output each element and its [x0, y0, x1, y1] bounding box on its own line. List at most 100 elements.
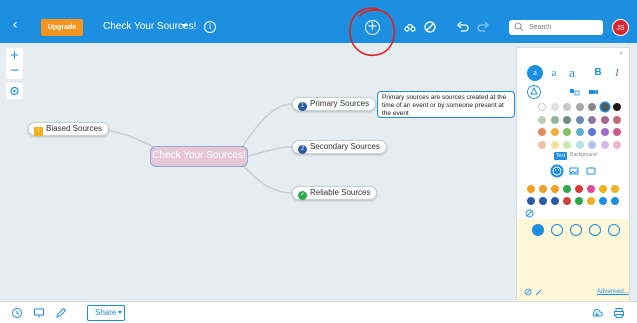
search-box[interactable]	[509, 20, 603, 35]
node-primary-sources[interactable]: 1 Primary Sources	[292, 97, 377, 111]
color-swatch[interactable]	[550, 115, 559, 124]
chevron-left-icon[interactable]: ‹	[8, 18, 22, 32]
italic-button[interactable]: I	[609, 65, 625, 81]
advanced-link[interactable]: Advanced...	[597, 289, 629, 295]
icon-option[interactable]	[587, 197, 595, 205]
undo-icon[interactable]	[456, 20, 470, 34]
task-check-icon[interactable]	[608, 224, 620, 236]
font-medium-button[interactable]: a	[546, 65, 562, 81]
share-button[interactable]: Share	[87, 305, 125, 321]
color-swatch[interactable]	[538, 128, 546, 136]
number-1-icon: 1	[298, 102, 307, 111]
comment-icon[interactable]	[551, 224, 563, 236]
node-reliable-sources[interactable]: ✓ Reliable Sources	[292, 186, 378, 200]
color-swatch[interactable]	[600, 115, 609, 124]
central-topic[interactable]: Check Your Sources!	[150, 146, 248, 167]
target-icon	[10, 86, 19, 96]
color-swatch[interactable]	[588, 115, 596, 124]
history-icon[interactable]	[11, 307, 23, 319]
color-swatch[interactable]	[613, 140, 621, 149]
bold-button[interactable]: B	[590, 65, 606, 81]
color-swatch[interactable]	[600, 128, 609, 136]
icon-option[interactable]	[551, 185, 559, 193]
color-swatch[interactable]	[538, 103, 546, 111]
font-large-button[interactable]: a	[564, 65, 580, 81]
center-map-button[interactable]	[6, 83, 23, 99]
shape-style-icon[interactable]	[567, 85, 581, 99]
media-icon[interactable]	[584, 164, 598, 178]
icon-option[interactable]	[587, 185, 595, 193]
node-label: Biased Sources	[46, 124, 103, 133]
fill-style-icon[interactable]	[527, 85, 541, 99]
color-swatch[interactable]	[588, 103, 596, 111]
brush-icon[interactable]	[535, 288, 543, 296]
image-icon[interactable]	[567, 164, 581, 178]
icon-option[interactable]	[551, 197, 559, 205]
icon-option[interactable]	[575, 185, 583, 193]
node-label: Primary Sources	[310, 99, 370, 108]
upgrade-button[interactable]: Upgrade	[41, 19, 83, 36]
color-swatch[interactable]	[550, 140, 559, 149]
icon-option[interactable]	[599, 197, 607, 205]
color-swatch[interactable]	[563, 140, 571, 149]
icon-option[interactable]	[527, 185, 535, 193]
print-icon[interactable]	[613, 307, 625, 319]
connect-icon[interactable]	[403, 20, 417, 34]
color-swatch[interactable]	[563, 128, 571, 136]
tab-text[interactable]: Text	[554, 152, 568, 160]
zoom-in-button[interactable]: +	[6, 48, 23, 63]
icon-option[interactable]	[611, 185, 619, 193]
collapse-icon[interactable]: «	[619, 49, 623, 57]
font-small-button[interactable]: a	[527, 65, 543, 81]
share-label: Share	[95, 308, 117, 317]
color-swatch[interactable]	[600, 140, 609, 149]
video-icon[interactable]	[586, 85, 600, 99]
pencil-icon[interactable]	[55, 307, 67, 319]
icon-option[interactable]	[575, 197, 583, 205]
no-style-icon[interactable]	[423, 20, 437, 34]
download-icon[interactable]	[591, 307, 603, 319]
color-swatch[interactable]	[563, 103, 571, 111]
color-swatch[interactable]	[613, 115, 621, 124]
remove-icon-icon[interactable]	[525, 209, 534, 218]
emoji-icon[interactable]	[550, 164, 564, 178]
info-icon[interactable]: i	[204, 21, 216, 33]
color-swatch[interactable]	[575, 140, 584, 149]
attach-icon[interactable]	[589, 224, 601, 236]
icon-option[interactable]	[539, 197, 547, 205]
color-swatch[interactable]	[575, 103, 584, 111]
color-swatch[interactable]	[588, 128, 596, 136]
icon-option[interactable]	[563, 185, 571, 193]
color-swatch[interactable]	[538, 115, 546, 124]
color-swatch[interactable]	[538, 140, 546, 149]
align-left-icon[interactable]	[532, 224, 544, 236]
color-swatch[interactable]	[588, 140, 596, 149]
color-swatch[interactable]	[575, 128, 584, 136]
color-swatch[interactable]	[550, 128, 559, 136]
present-icon[interactable]	[33, 307, 45, 319]
tab-background[interactable]: Background	[570, 152, 597, 158]
color-swatch[interactable]	[613, 128, 621, 136]
icon-option[interactable]	[539, 185, 547, 193]
node-secondary-sources[interactable]: 2 Secondary Sources	[292, 140, 387, 154]
icon-option[interactable]	[599, 185, 607, 193]
check-circle-icon: ✓	[298, 191, 307, 200]
link-icon[interactable]	[570, 224, 582, 236]
redo-icon[interactable]	[476, 20, 490, 34]
number-2-icon: 2	[298, 145, 307, 154]
no-format-icon[interactable]	[524, 288, 532, 296]
icon-option[interactable]	[527, 197, 535, 205]
color-swatch[interactable]	[613, 103, 621, 111]
node-biased-sources[interactable]: ! Biased Sources	[28, 122, 110, 136]
chevron-down-icon[interactable]	[181, 24, 187, 28]
color-swatch[interactable]	[600, 103, 609, 111]
avatar[interactable]: JS	[612, 19, 629, 36]
icon-option[interactable]	[611, 197, 619, 205]
note-editor[interactable]: Primary sources are sources created at t…	[377, 91, 515, 118]
icon-option[interactable]	[563, 197, 571, 205]
color-swatch[interactable]	[575, 115, 584, 124]
search-input[interactable]	[529, 21, 599, 33]
zoom-out-button[interactable]: −	[6, 63, 23, 78]
color-swatch[interactable]	[550, 103, 559, 111]
color-swatch[interactable]	[563, 115, 571, 124]
